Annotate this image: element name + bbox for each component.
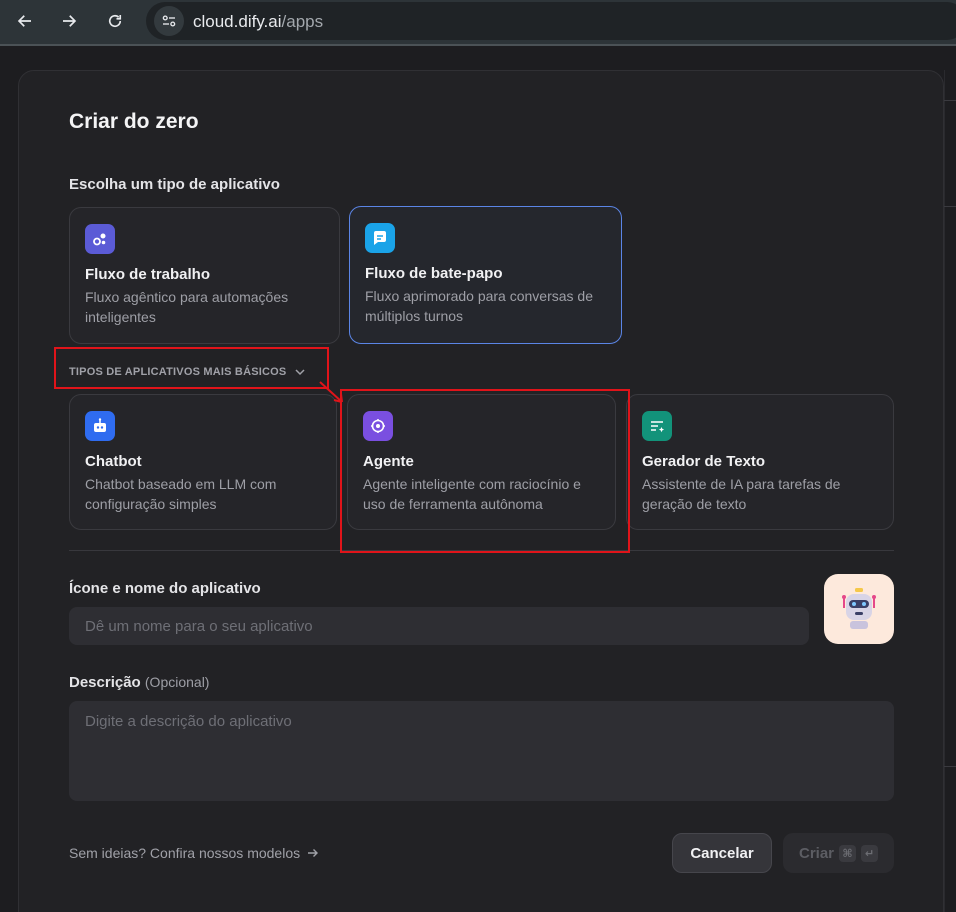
create-button-label: Criar <box>798 844 835 862</box>
card-description: Assistente de IA para tarefas de geração… <box>642 476 841 512</box>
card-description: Chatbot baseado em LLM com configuração … <box>85 476 277 512</box>
url-host: cloud.dify.ai <box>193 12 282 31</box>
dialog-title: Criar do zero <box>69 110 199 133</box>
robot-icon <box>842 588 876 629</box>
reload-button[interactable] <box>100 8 130 34</box>
create-button[interactable]: Criar ⌘ ↵ <box>783 833 894 873</box>
optional-tag: (Opcional) <box>144 674 210 690</box>
page-divider <box>944 100 956 101</box>
app-type-card-workflow[interactable]: Fluxo de trabalho Fluxo agêntico para au… <box>69 207 340 344</box>
text-generator-icon <box>642 411 672 441</box>
arrow-left-icon <box>17 15 31 27</box>
address-bar[interactable]: cloud.dify.ai/apps <box>146 2 956 40</box>
app-type-card-chatbot[interactable]: Chatbot Chatbot baseado em LLM com confi… <box>69 394 337 530</box>
forward-button[interactable] <box>54 8 84 34</box>
app-name-input[interactable] <box>69 607 809 645</box>
app-type-label: Escolha um tipo de aplicativo <box>69 176 280 193</box>
reload-icon <box>108 14 122 28</box>
enter-key-icon: ↵ <box>861 844 879 862</box>
card-description: Fluxo agêntico para automações inteligen… <box>85 289 289 325</box>
card-title: Gerador de Texto <box>642 453 766 470</box>
page-divider <box>944 206 956 207</box>
chatflow-icon <box>365 223 395 253</box>
annotation-box-agent <box>340 389 630 553</box>
app-icon-picker[interactable] <box>824 574 894 644</box>
name-label: Ícone e nome do aplicativo <box>69 580 261 597</box>
card-title: Fluxo de bate-papo <box>365 265 503 282</box>
app-description-input[interactable] <box>69 701 894 801</box>
arrow-right-icon <box>63 15 77 27</box>
description-label-text: Descrição <box>69 674 141 691</box>
page-divider <box>944 70 945 912</box>
annotation-arrow-icon <box>319 381 343 403</box>
browse-templates-link[interactable]: Sem ideias? Confira nossos modelos <box>69 845 320 861</box>
page-divider <box>944 766 956 767</box>
site-info-button[interactable] <box>154 6 184 36</box>
arrow-right-icon <box>308 849 319 857</box>
url-path: /apps <box>281 12 324 31</box>
chatbot-icon <box>85 411 115 441</box>
card-title: Fluxo de trabalho <box>85 266 211 283</box>
app-type-card-text-generator[interactable]: Gerador de Texto Assistente de IA para t… <box>626 394 894 530</box>
app-type-card-chatflow[interactable]: Fluxo de bate-papo Fluxo aprimorado para… <box>349 206 622 344</box>
templates-link-text: Sem ideias? Confira nossos modelos <box>69 845 301 861</box>
card-description: Fluxo aprimorado para conversas de múlti… <box>365 288 594 324</box>
workflow-icon <box>85 224 115 254</box>
command-key-icon: ⌘ <box>839 844 857 862</box>
tune-icon <box>162 15 176 27</box>
description-label: Descrição (Opcional) <box>69 674 209 691</box>
annotation-box-basic-types <box>54 347 329 389</box>
url-text: cloud.dify.ai/apps <box>193 12 323 32</box>
browser-toolbar: cloud.dify.ai/apps <box>0 0 956 46</box>
back-button[interactable] <box>10 8 40 34</box>
cancel-button[interactable]: Cancelar <box>672 833 772 873</box>
card-title: Chatbot <box>85 453 142 470</box>
